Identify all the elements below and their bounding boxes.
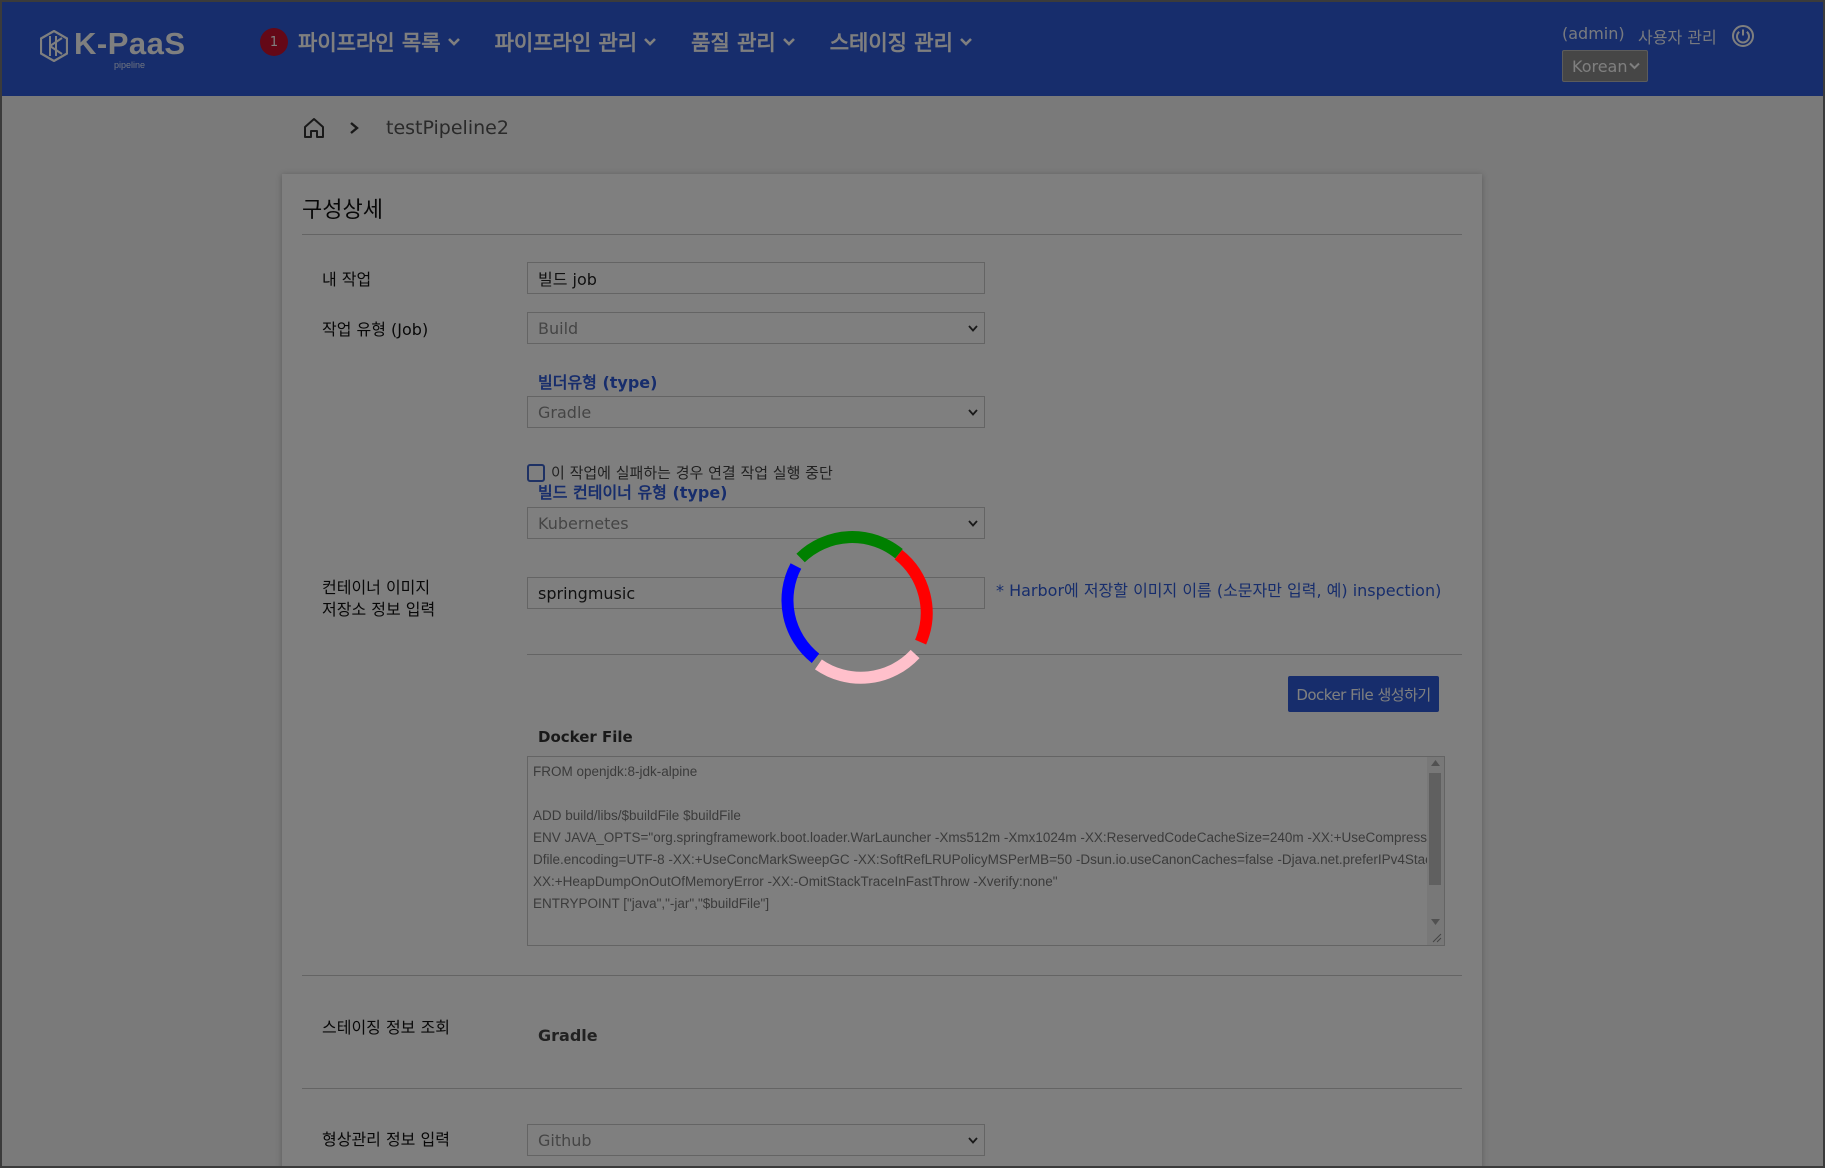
chevron-down-icon	[1629, 62, 1640, 70]
breadcrumb: testPipeline2	[302, 116, 509, 140]
breadcrumb-current: testPipeline2	[386, 117, 509, 139]
dockerfile-line: ENV JAVA_OPTS="org.springframework.boot.…	[533, 830, 1445, 845]
scm-info-label: 형상관리 정보 입력	[322, 1130, 450, 1149]
nav-staging-manage-label: 스테이징 관리	[829, 31, 953, 55]
dockerfile-line: ADD build/libs/$buildFile $buildFile	[533, 808, 741, 823]
textarea-scrollbar[interactable]	[1427, 757, 1444, 945]
loading-spinner	[781, 531, 933, 684]
logo-icon	[40, 30, 68, 62]
nav-quality-manage[interactable]: 품질 관리	[691, 24, 796, 60]
chevron-down-icon	[960, 38, 972, 46]
job-type-select[interactable]: Build	[527, 312, 985, 344]
builder-type-value: Gradle	[538, 402, 592, 422]
chevron-down-icon	[447, 38, 460, 46]
current-user: (admin)	[1562, 24, 1625, 43]
scroll-down-icon[interactable]	[1431, 919, 1440, 925]
job-type-label: 작업 유형 (Job)	[322, 320, 429, 339]
top-navigation-bar: K-PaaS pipeline 1 파이프라인 목록 파이프라인 관리 품질 관…	[0, 0, 1825, 96]
chevron-down-icon	[644, 38, 657, 46]
dockerfile-line: FROM openjdk:8-jdk-alpine	[533, 764, 698, 779]
nav-pipeline-list[interactable]: 1 파이프라인 목록	[260, 24, 461, 60]
home-icon[interactable]	[302, 116, 326, 140]
logo-subtitle: pipeline	[114, 60, 146, 70]
language-select[interactable]: Korean	[1562, 50, 1648, 82]
chevron-down-icon	[968, 409, 978, 416]
staging-info-label: 스테이징 정보 조회	[322, 1018, 450, 1037]
staging-value: Gradle	[538, 1026, 598, 1045]
chevron-right-icon	[350, 122, 359, 134]
chevron-down-icon	[968, 325, 978, 332]
nav-staging-manage[interactable]: 스테이징 관리	[830, 24, 973, 60]
image-name-hint: * Harbor에 저장할 이미지 이름 (소문자만 입력, 예) inspec…	[996, 581, 1442, 600]
create-dockerfile-button[interactable]: Docker File 생성하기	[1288, 676, 1439, 712]
image-repo-label-line1: 컨테이너 이미지	[322, 578, 431, 597]
main-nav: 1 파이프라인 목록 파이프라인 관리 품질 관리 스테이징 관리	[260, 24, 1007, 60]
resize-grip-icon[interactable]	[1432, 933, 1442, 943]
card-title: 구성상세	[302, 198, 383, 223]
job-name-input[interactable]: 빌드 job	[527, 262, 985, 294]
divider	[302, 975, 1462, 976]
language-select-value: Korean	[1572, 56, 1628, 76]
job-label: 내 작업	[322, 270, 372, 289]
image-repo-label-line2: 저장소 정보 입력	[322, 600, 436, 619]
scroll-thumb[interactable]	[1429, 773, 1441, 885]
scroll-up-icon[interactable]	[1431, 760, 1440, 766]
builder-type-select[interactable]: Gradle	[527, 396, 985, 428]
chevron-down-icon	[782, 38, 795, 46]
container-type-value: Kubernetes	[538, 513, 629, 533]
user-management-link[interactable]: 사용자 관리	[1638, 24, 1717, 48]
divider	[302, 234, 1462, 235]
divider	[527, 654, 1462, 655]
nav-pipeline-list-label: 파이프라인 목록	[298, 31, 441, 55]
job-type-value: Build	[538, 318, 579, 338]
dockerfile-label: Docker File	[538, 728, 633, 746]
builder-type-label: 빌더유형 (type)	[538, 373, 658, 392]
scm-select[interactable]: Github	[527, 1124, 985, 1156]
dockerfile-line: ENTRYPOINT ["java","-jar","$buildFile"]	[533, 896, 770, 911]
nav-pipeline-manage-label: 파이프라인 관리	[494, 31, 638, 55]
logo[interactable]: K-PaaS pipeline	[40, 26, 186, 70]
nav-quality-manage-label: 품질 관리	[691, 31, 776, 55]
dockerfile-line: Dfile.encoding=UTF-8 -XX:+UseConcMarkSwe…	[533, 852, 1445, 867]
logo-text: K-PaaS	[74, 26, 186, 61]
power-icon[interactable]	[1730, 23, 1756, 49]
job-name-value: 빌드 job	[538, 270, 597, 289]
nav-pipeline-manage[interactable]: 파이프라인 관리	[495, 24, 658, 60]
chevron-down-icon	[968, 1137, 978, 1144]
dockerfile-line: XX:+HeapDumpOnOutOfMemoryError -XX:-Omit…	[533, 874, 1058, 889]
container-type-label: 빌드 컨테이너 유형 (type)	[538, 483, 728, 502]
chevron-down-icon	[968, 520, 978, 527]
dockerfile-textarea[interactable]: FROM openjdk:8-jdk-alpine ADD build/libs…	[527, 756, 1445, 946]
notification-badge: 1	[260, 28, 288, 56]
image-name-value: springmusic	[538, 583, 636, 603]
scm-value: Github	[538, 1130, 592, 1150]
image-repo-label: 컨테이너 이미지 저장소 정보 입력	[322, 577, 435, 621]
divider	[302, 1088, 1462, 1089]
